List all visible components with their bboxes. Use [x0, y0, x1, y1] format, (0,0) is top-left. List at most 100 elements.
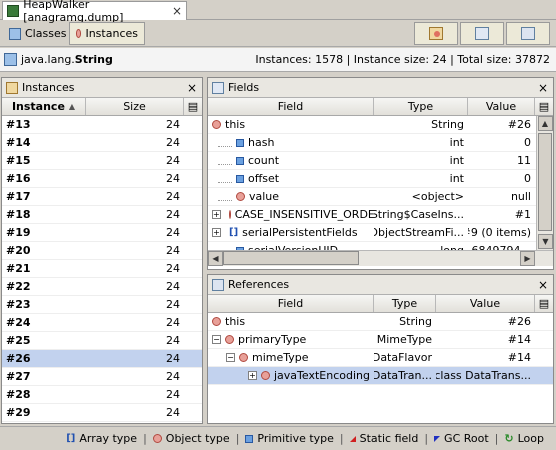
scroll-thumb[interactable]	[538, 133, 552, 231]
column-instance[interactable]: Instance ▲	[2, 98, 86, 115]
object-type-icon	[212, 317, 221, 326]
instances-button[interactable]: Instances	[69, 22, 145, 45]
column-size[interactable]: Size	[86, 98, 184, 115]
legend-primitive: Primitive type	[245, 432, 334, 445]
expand-icon[interactable]: +	[248, 371, 257, 380]
column-chooser-icon[interactable]: ▤	[535, 295, 553, 312]
field-row[interactable]: + CASE_INSENSITIVE_ORDE String$CaseIns... #…	[208, 206, 536, 224]
legend-separator: |	[424, 432, 429, 445]
instance-row[interactable]: #15 24	[2, 152, 202, 170]
reference-row[interactable]: − primaryType MimeType #14	[208, 331, 553, 349]
instance-row[interactable]: #24 24	[2, 314, 202, 332]
fields-vertical-scrollbar[interactable]: ▲ ▼	[536, 116, 553, 250]
instance-size: 24	[166, 118, 180, 131]
hscroll-thumb[interactable]	[223, 251, 359, 265]
scroll-right-icon[interactable]: ▶	[520, 251, 535, 266]
column-value[interactable]: Value	[468, 98, 535, 115]
column-chooser-icon[interactable]: ▤	[184, 98, 202, 115]
field-row[interactable]: + [] serialPersistentFields ObjectStreamFi.…	[208, 224, 536, 242]
instances-view-button[interactable]	[414, 22, 458, 45]
field-name-cell: value	[208, 188, 374, 206]
fields-panel-icon	[212, 81, 224, 94]
instance-row[interactable]: #16 24	[2, 170, 202, 188]
instance-row[interactable]: #21 24	[2, 260, 202, 278]
fields-horizontal-scrollbar[interactable]: ◀ ▶	[208, 250, 553, 266]
tree-line	[218, 246, 232, 250]
reference-name: mimeType	[252, 351, 309, 364]
scroll-left-icon[interactable]: ◀	[208, 251, 223, 266]
collapse-icon[interactable]: −	[212, 335, 221, 344]
scroll-down-icon[interactable]: ▼	[538, 234, 553, 249]
instance-row[interactable]: #25 24	[2, 332, 202, 350]
instance-row[interactable]: #27 24	[2, 368, 202, 386]
reference-row[interactable]: this String #26	[208, 313, 553, 331]
column-value[interactable]: Value	[436, 295, 535, 312]
reference-tree-icon	[521, 27, 535, 40]
primitive-type-icon	[236, 174, 244, 183]
close-references-panel-icon[interactable]: ×	[538, 278, 548, 292]
reference-type: MimeType	[376, 333, 432, 346]
column-type[interactable]: Type	[374, 295, 436, 312]
field-row[interactable]: this String #26	[208, 116, 536, 134]
tree-line	[218, 138, 232, 147]
instance-row[interactable]: #17 24	[2, 188, 202, 206]
expand-icon[interactable]: +	[212, 210, 221, 219]
field-row[interactable]: count int 11	[208, 152, 536, 170]
array-type-icon: []	[229, 227, 239, 238]
fields-table-viewport: this String #26 hash int 0 count int 11 offset int…	[208, 116, 553, 250]
instance-row[interactable]: #14 24	[2, 134, 202, 152]
class-package: java.lang.	[21, 53, 75, 66]
reference-view-button[interactable]	[506, 22, 550, 45]
object-type-icon	[212, 120, 221, 129]
column-chooser-icon[interactable]: ▤	[535, 98, 553, 115]
column-field[interactable]: Field	[208, 98, 374, 115]
static-field-icon	[349, 435, 356, 442]
primitive-type-icon	[245, 434, 254, 443]
classes-button[interactable]: Classes	[2, 22, 73, 45]
instance-row[interactable]: #29 24	[2, 404, 202, 422]
instance-id: #19	[6, 226, 31, 239]
references-table-body: this String #26− primaryType MimeType #14− mim…	[208, 313, 553, 385]
field-name: this	[225, 118, 246, 131]
primitive-type-icon	[236, 138, 244, 147]
legend-separator: |	[339, 432, 344, 445]
instance-row[interactable]: #13 24	[2, 116, 202, 134]
field-row[interactable]: serialVersionUID long-6849794...	[208, 242, 536, 250]
reference-row[interactable]: − mimeType DataFlavor #14	[208, 349, 553, 367]
ref-column-field-label: Field	[277, 297, 304, 310]
instance-row[interactable]: #22 24	[2, 278, 202, 296]
legend-separator: |	[494, 432, 499, 445]
instance-size: 24	[166, 352, 180, 365]
reference-name-cell: + javaTextEncoding	[208, 367, 374, 385]
field-view-button[interactable]	[460, 22, 504, 45]
column-field[interactable]: Field	[208, 295, 374, 312]
close-tab-icon[interactable]: ×	[172, 4, 182, 18]
instance-row[interactable]: #23 24	[2, 296, 202, 314]
column-type[interactable]: Type	[374, 98, 468, 115]
classes-icon	[9, 27, 21, 40]
instance-id: #18	[6, 208, 31, 221]
object-type-icon	[152, 434, 162, 443]
scroll-up-icon[interactable]: ▲	[537, 116, 553, 131]
collapse-icon[interactable]: −	[226, 353, 235, 362]
field-value: -6849794...	[468, 242, 535, 250]
field-name: serialPersistentFields	[242, 226, 358, 239]
instance-id: #26	[6, 352, 31, 365]
tree-line	[218, 156, 232, 165]
close-instances-panel-icon[interactable]: ×	[187, 81, 197, 95]
instance-row[interactable]: #19 24	[2, 224, 202, 242]
instance-row[interactable]: #28 24	[2, 386, 202, 404]
expand-icon[interactable]: +	[212, 228, 221, 237]
instance-row[interactable]: #26 24	[2, 350, 202, 368]
reference-row[interactable]: + javaTextEncoding DataTran... class DataTr…	[208, 367, 553, 385]
field-row[interactable]: hash int 0	[208, 134, 536, 152]
instance-size: 24	[166, 316, 180, 329]
instance-row[interactable]: #20 24	[2, 242, 202, 260]
instance-row[interactable]: #18 24	[2, 206, 202, 224]
document-tab[interactable]: HeapWalker [anagramg.dump] ×	[2, 0, 187, 24]
instances-panel: Instances × Instance ▲ Size ▤ #13 24 #14 24…	[1, 77, 203, 424]
close-fields-panel-icon[interactable]: ×	[538, 81, 548, 95]
field-row[interactable]: value <object> null	[208, 188, 536, 206]
field-row[interactable]: offset int 0	[208, 170, 536, 188]
legend-separator: |	[143, 432, 147, 445]
